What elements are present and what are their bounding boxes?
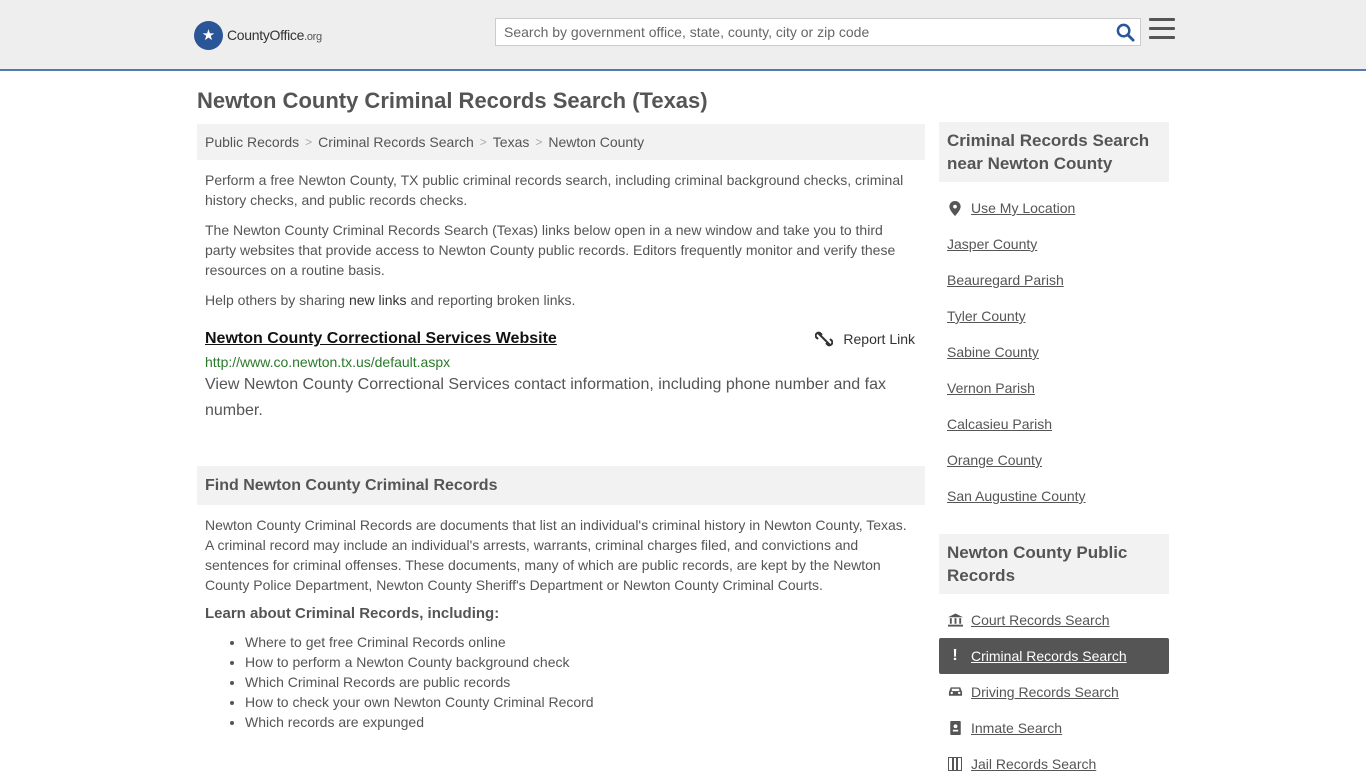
- breadcrumb-texas[interactable]: Texas: [493, 134, 530, 150]
- main-content: Public Records > Criminal Records Search…: [197, 124, 925, 732]
- learn-list-item: Where to get free Criminal Records onlin…: [245, 632, 925, 652]
- search-input[interactable]: [496, 19, 1110, 45]
- search-icon: [1116, 23, 1135, 42]
- nearby-item[interactable]: Sabine County: [939, 334, 1169, 370]
- find-records-heading: Find Newton County Criminal Records: [197, 466, 925, 505]
- learn-list-item: Which records are expunged: [245, 712, 925, 732]
- public-records-item-criminal[interactable]: ! Criminal Records Search: [939, 638, 1169, 674]
- jail-icon: [947, 757, 963, 771]
- disclaimer-paragraph: The Newton County Criminal Records Searc…: [205, 222, 896, 278]
- sidebar: Criminal Records Search near Newton Coun…: [939, 122, 1169, 782]
- public-records-heading: Newton County Public Records: [939, 534, 1169, 594]
- use-my-location-item[interactable]: Use My Location: [939, 190, 1169, 226]
- broken-link-icon: [815, 331, 834, 347]
- top-header: ★ CountyOffice.org: [0, 0, 1366, 71]
- search-box: [495, 18, 1141, 46]
- resource-link-title[interactable]: Newton County Correctional Services Webs…: [205, 330, 557, 347]
- breadcrumb-separator: >: [479, 135, 487, 149]
- intro-paragraph: Perform a free Newton County, TX public …: [205, 172, 904, 208]
- car-icon: [947, 686, 963, 698]
- breadcrumb-separator: >: [305, 135, 313, 149]
- nearby-item[interactable]: San Augustine County: [939, 478, 1169, 514]
- public-records-list: Court Records Search ! Criminal Records …: [939, 594, 1169, 782]
- public-records-item-driving[interactable]: Driving Records Search: [939, 674, 1169, 710]
- breadcrumb-criminal-records-search[interactable]: Criminal Records Search: [318, 134, 474, 150]
- nearby-item[interactable]: Vernon Parish: [939, 370, 1169, 406]
- eagle-seal-icon: ★: [194, 20, 223, 50]
- breadcrumb-separator: >: [535, 135, 543, 149]
- resource-link-card: Newton County Correctional Services Webs…: [197, 330, 925, 424]
- learn-list: Where to get free Criminal Records onlin…: [197, 632, 925, 732]
- report-link-label: Report Link: [843, 331, 915, 347]
- breadcrumb-public-records[interactable]: Public Records: [205, 134, 299, 150]
- public-records-item-inmate[interactable]: Inmate Search: [939, 710, 1169, 746]
- nearby-heading: Criminal Records Search near Newton Coun…: [939, 122, 1169, 182]
- id-badge-icon: [947, 721, 963, 735]
- learn-list-item: Which Criminal Records are public record…: [245, 672, 925, 692]
- share-paragraph: Help others by sharing new links and rep…: [205, 292, 576, 308]
- logo-text: CountyOffice: [227, 27, 305, 43]
- hamburger-menu-icon[interactable]: [1149, 18, 1175, 42]
- site-logo[interactable]: ★ CountyOffice.org: [194, 20, 322, 50]
- learn-heading: Learn about Criminal Records, including:: [205, 605, 500, 622]
- nearby-list: Use My Location Jasper County Beauregard…: [939, 182, 1169, 514]
- nearby-item[interactable]: Orange County: [939, 442, 1169, 478]
- learn-list-item: How to perform a Newton County backgroun…: [245, 652, 925, 672]
- map-pin-icon: [947, 200, 963, 216]
- report-link-button[interactable]: Report Link: [815, 330, 915, 348]
- search-button[interactable]: [1110, 19, 1140, 45]
- find-records-body: Newton County Criminal Records are docum…: [205, 517, 907, 593]
- breadcrumb-newton-county[interactable]: Newton County: [548, 134, 644, 150]
- logo-suffix: .org: [304, 31, 322, 43]
- nearby-item[interactable]: Calcasieu Parish: [939, 406, 1169, 442]
- new-links-link[interactable]: new links: [349, 292, 407, 308]
- courthouse-icon: [947, 613, 963, 627]
- page-title: Newton County Criminal Records Search (T…: [197, 88, 708, 113]
- exclamation-icon: !: [952, 647, 958, 664]
- resource-link-url: http://www.co.newton.tx.us/default.aspx: [205, 354, 451, 370]
- nearby-item[interactable]: Tyler County: [939, 298, 1169, 334]
- nearby-item[interactable]: Jasper County: [939, 226, 1169, 262]
- learn-list-item: How to check your own Newton County Crim…: [245, 692, 925, 712]
- use-my-location-link[interactable]: Use My Location: [971, 200, 1075, 216]
- resource-link-description: View Newton County Correctional Services…: [205, 376, 886, 419]
- breadcrumb: Public Records > Criminal Records Search…: [197, 124, 925, 160]
- public-records-item-court[interactable]: Court Records Search: [939, 602, 1169, 638]
- nearby-item[interactable]: Beauregard Parish: [939, 262, 1169, 298]
- public-records-item-jail[interactable]: Jail Records Search: [939, 746, 1169, 782]
